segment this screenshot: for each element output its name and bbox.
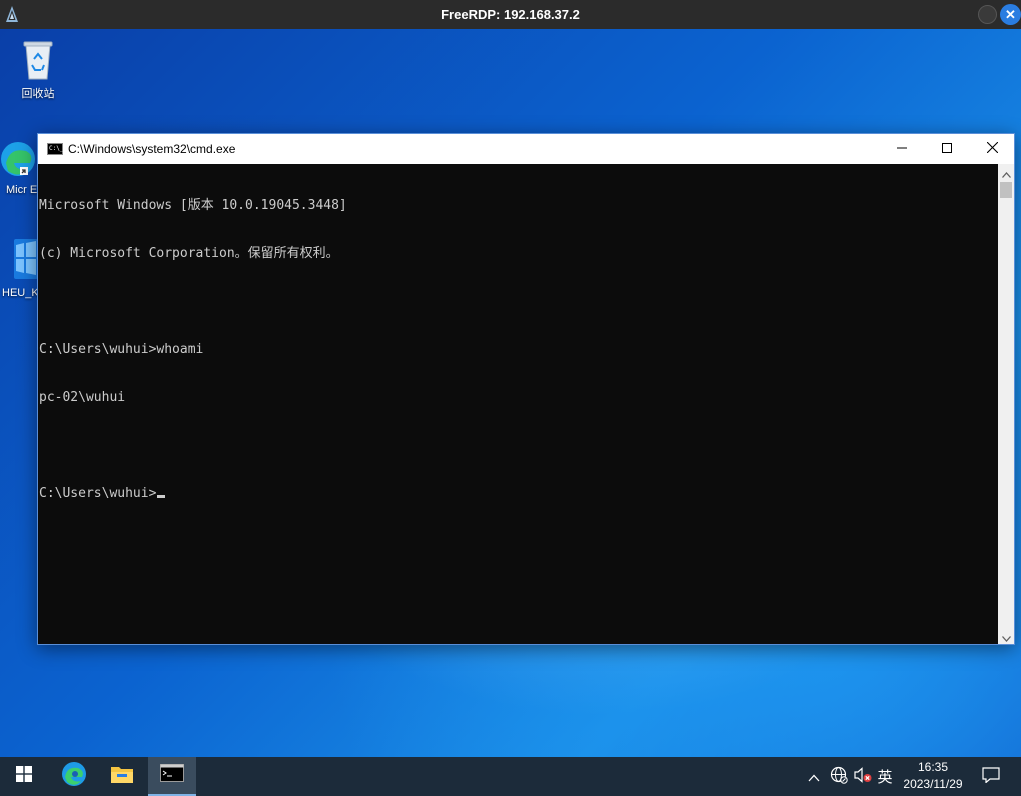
edge-icon <box>61 761 87 792</box>
chevron-up-icon <box>1001 163 1011 182</box>
rdp-close-button[interactable]: ✕ <box>1000 4 1021 25</box>
console-line: C:\Users\wuhui>whoami <box>39 342 204 357</box>
taskbar: 英 16:35 2023/11/29 <box>0 757 1021 796</box>
text-cursor <box>157 495 166 498</box>
network-button[interactable] <box>828 757 850 796</box>
maximize-button[interactable] <box>924 134 970 164</box>
network-globe-icon <box>830 766 848 787</box>
cmd-console[interactable]: Microsoft Windows [版本 10.0.19045.3448] (… <box>38 164 998 644</box>
start-icon <box>16 766 32 787</box>
desktop-icon-recycle-bin[interactable]: 回收站 <box>6 37 70 101</box>
taskbar-cmd-button[interactable] <box>148 757 196 796</box>
maximize-icon <box>942 142 952 156</box>
cmd-window[interactable]: C:\_ C:\Windows\system32\cmd.exe Microso… <box>37 133 1015 645</box>
close-icon <box>986 141 998 156</box>
show-hidden-icons-button[interactable] <box>804 757 824 796</box>
edge-icon <box>0 139 38 179</box>
rdp-titlebar: FreeRDP: 192.168.37.2 ✕ <box>0 0 1021 29</box>
notification-icon <box>982 767 1000 786</box>
volume-muted-icon <box>854 767 872 786</box>
notifications-button[interactable] <box>978 757 1004 796</box>
desktop: 回收站 Micr Ed HEU_K C:\_ C:\Windows\system… <box>0 29 1021 757</box>
vertical-scrollbar[interactable] <box>998 164 1014 644</box>
start-button[interactable] <box>0 757 48 796</box>
close-button[interactable] <box>969 134 1015 164</box>
chevron-up-icon <box>808 769 820 785</box>
taskbar-clock[interactable]: 16:35 2023/11/29 <box>896 759 970 793</box>
clock-date: 2023/11/29 <box>903 777 963 791</box>
minimize-button[interactable] <box>879 134 925 164</box>
scroll-up-button[interactable] <box>998 164 1014 180</box>
rdp-title: FreeRDP: 192.168.37.2 <box>441 7 580 22</box>
scroll-down-button[interactable] <box>998 628 1014 644</box>
cmd-window-title: C:\Windows\system32\cmd.exe <box>68 142 236 156</box>
scrollbar-thumb[interactable] <box>1000 182 1012 198</box>
taskbar-file-explorer-button[interactable] <box>98 757 146 796</box>
heu-kms-icon <box>0 235 40 283</box>
console-line: pc-02\wuhui <box>39 390 126 405</box>
cmd-titlebar[interactable]: C:\_ C:\Windows\system32\cmd.exe <box>38 134 1014 164</box>
volume-button[interactable] <box>852 757 874 796</box>
console-line: (c) Microsoft Corporation。保留所有权利。 <box>39 246 339 261</box>
console-line: Microsoft Windows [版本 10.0.19045.3448] <box>39 198 347 213</box>
cmd-icon: C:\_ <box>47 143 63 155</box>
desktop-icon-label: 回收站 <box>21 88 55 100</box>
recycle-bin-icon <box>18 37 58 81</box>
rdp-minimize-button[interactable] <box>978 5 997 24</box>
ime-indicator[interactable]: 英 <box>874 757 896 796</box>
console-prompt: C:\Users\wuhui> <box>39 486 157 501</box>
minimize-icon <box>897 142 907 156</box>
taskbar-edge-button[interactable] <box>50 757 98 796</box>
chevron-down-icon <box>1001 627 1011 646</box>
file-explorer-icon <box>110 764 134 789</box>
clock-time: 16:35 <box>917 760 949 774</box>
cmd-icon <box>160 764 184 787</box>
console-prompt-line[interactable]: C:\Users\wuhui> <box>39 486 998 502</box>
